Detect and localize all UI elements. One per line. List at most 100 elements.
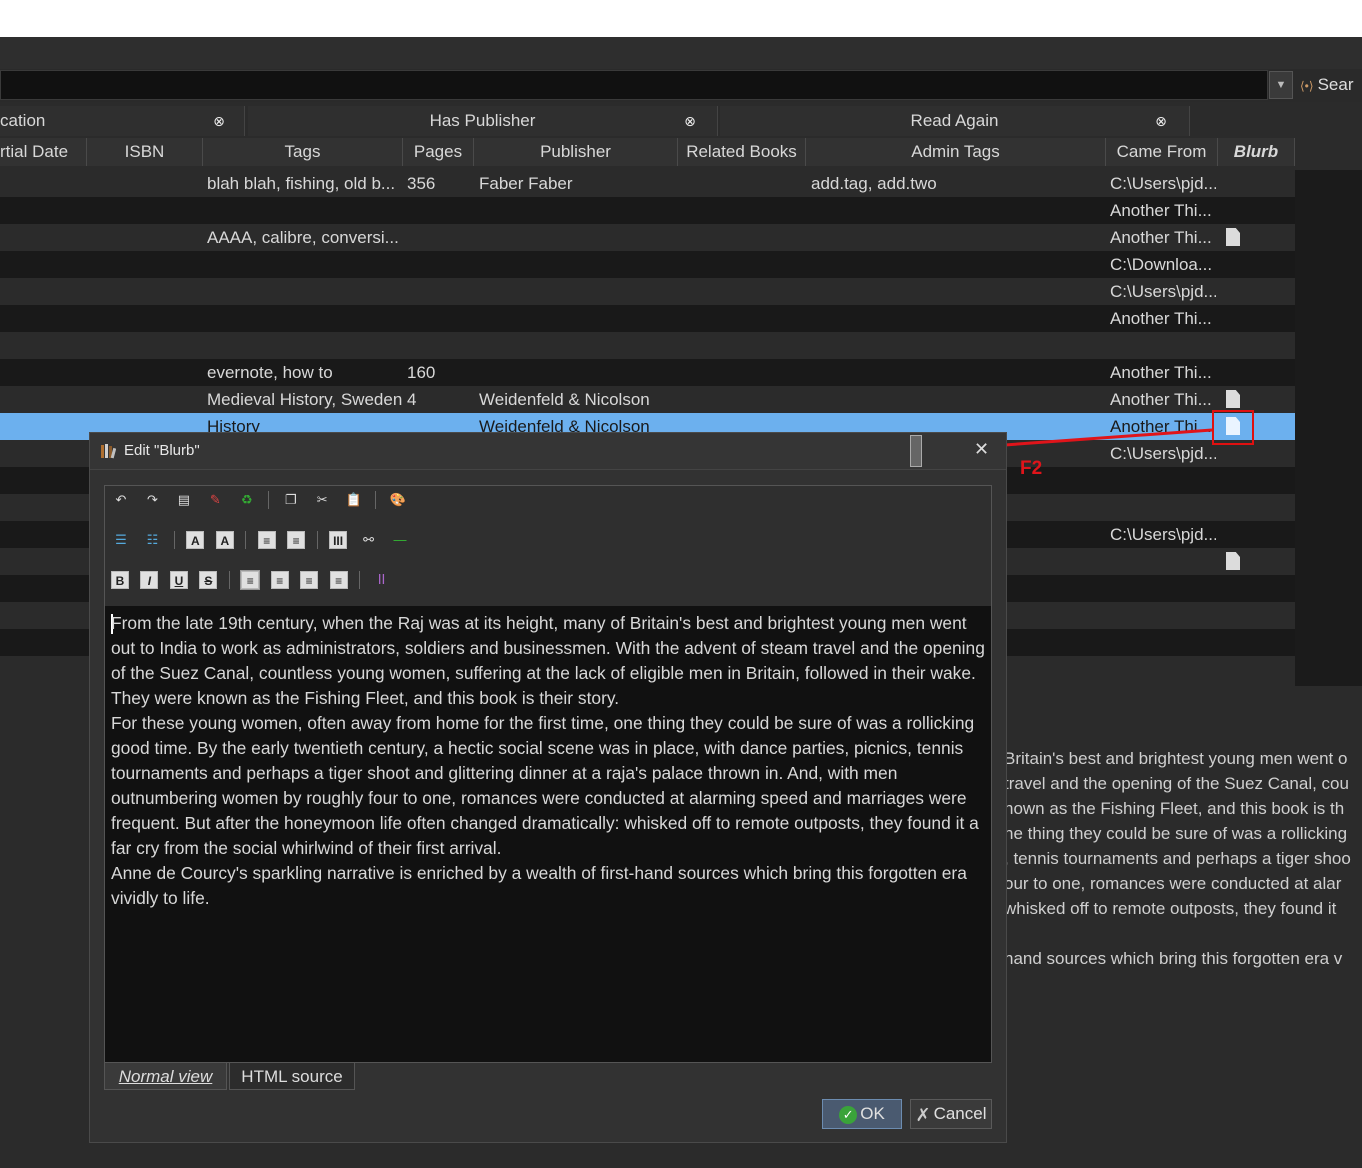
- cell-publisher: [479, 332, 675, 359]
- table-row[interactable]: blah blah, fishing, old b... 356 Faber Fab…: [0, 170, 1295, 197]
- col-header-partial-date[interactable]: rtial Date: [0, 138, 87, 166]
- cell-came-from: Another Thi...: [1110, 363, 1212, 382]
- cell-pages: [407, 251, 475, 278]
- table-row[interactable]: Another Thi...: [0, 197, 1295, 224]
- col-header-pages[interactable]: Pages: [403, 138, 474, 166]
- cell-pages: [407, 305, 475, 332]
- blurb-document-icon[interactable]: [1226, 390, 1240, 408]
- cell-admin-tags: [811, 251, 1101, 278]
- indent-icon[interactable]: ≡: [257, 531, 276, 549]
- redo-icon[interactable]: ↷: [142, 490, 162, 510]
- details-line: , tennis tournaments and perhaps a tiger…: [1004, 849, 1351, 868]
- col-header-came-from[interactable]: Came From: [1106, 138, 1218, 166]
- search-history-dropdown[interactable]: ▼: [1269, 71, 1293, 99]
- text-color-icon[interactable]: ⅠⅠ: [372, 570, 392, 590]
- cell-came-from: [1110, 602, 1216, 629]
- cell-publisher: [479, 251, 675, 278]
- underline-icon[interactable]: U: [169, 571, 188, 589]
- col-header-blurb[interactable]: Blurb: [1218, 138, 1295, 166]
- cancel-icon: ✗: [915, 1104, 931, 1125]
- table-row[interactable]: AAAA, calibre, conversi... Another Thi...: [0, 224, 1295, 251]
- superscript-icon[interactable]: A: [186, 531, 205, 549]
- vl-tab-has-publisher[interactable]: Has Publisher ⊗: [248, 106, 718, 136]
- align-center-icon[interactable]: ≡: [270, 571, 289, 589]
- horizontal-rule-icon[interactable]: —: [390, 530, 410, 550]
- clear-icon[interactable]: ♻: [237, 490, 257, 510]
- col-header-publisher[interactable]: Publisher: [474, 138, 678, 166]
- close-icon[interactable]: ⊗: [1152, 106, 1170, 136]
- cell-pages: [407, 197, 475, 224]
- vl-tab-read-again[interactable]: Read Again ⊗: [720, 106, 1190, 136]
- cell-publisher: [479, 278, 675, 305]
- blurb-document-icon[interactable]: [1226, 228, 1240, 246]
- resize-handle[interactable]: [910, 435, 922, 467]
- ok-button[interactable]: ✓ OK: [822, 1099, 902, 1129]
- annotation-label: F2: [1020, 458, 1043, 479]
- cell-admin-tags: [811, 278, 1101, 305]
- cell-came-from: C:\Users\pjd...: [1110, 282, 1216, 301]
- search-input[interactable]: [0, 70, 1268, 100]
- italic-icon[interactable]: I: [140, 571, 159, 589]
- cell-tags: [207, 278, 403, 305]
- cell-came-from: [1110, 629, 1216, 656]
- align-justify-icon[interactable]: ≡: [329, 571, 348, 589]
- cell-publisher: Faber Faber: [479, 174, 573, 193]
- blurb-text-area[interactable]: From the late 19th century, when the Raj…: [105, 606, 991, 1062]
- ordered-list-icon[interactable]: ☰: [111, 530, 131, 550]
- toolbar-area: [0, 37, 1362, 69]
- insert-link-icon[interactable]: ⚯: [359, 530, 379, 550]
- close-icon[interactable]: ⊗: [210, 106, 228, 136]
- cell-publisher: Weidenfeld & Nicolson: [479, 390, 650, 409]
- edit-blurb-dialog: Edit "Blurb" ✕ ↶ ↷ ▤ ✎ ♻ ❐ ✂ 📋 🎨 ☰ ☷ A A…: [89, 432, 1007, 1143]
- tab-normal-view[interactable]: Normal view: [104, 1063, 227, 1090]
- block-style-icon[interactable]: III: [329, 531, 348, 549]
- cell-came-from: Another Thi...: [1110, 309, 1212, 328]
- outdent-icon[interactable]: ≡: [287, 531, 306, 549]
- blurb-document-icon[interactable]: [1226, 552, 1240, 570]
- cancel-button[interactable]: ✗ Cancel: [910, 1099, 992, 1129]
- strikethrough-icon[interactable]: S: [199, 571, 218, 589]
- col-header-related-books[interactable]: Related Books: [678, 138, 806, 166]
- list-empty-area: [1295, 170, 1362, 686]
- dialog-titlebar[interactable]: Edit "Blurb" ✕: [90, 433, 1006, 470]
- tab-html-source[interactable]: HTML source: [229, 1063, 355, 1090]
- cell-admin-tags: [811, 359, 1101, 386]
- col-header-admin-tags[interactable]: Admin Tags: [806, 138, 1106, 166]
- search-button[interactable]: ⟨•⟩ Sear: [1300, 71, 1362, 99]
- vl-tab-location[interactable]: cation ⊗: [0, 106, 245, 136]
- bold-icon[interactable]: B: [111, 571, 129, 589]
- cell-came-from: [1110, 575, 1216, 602]
- unordered-list-icon[interactable]: ☷: [142, 530, 162, 550]
- align-right-icon[interactable]: ≡: [300, 571, 319, 589]
- virtual-library-tabs: cation ⊗ Has Publisher ⊗ Read Again ⊗: [0, 106, 1362, 137]
- cut-icon[interactable]: ✂: [312, 490, 332, 510]
- paste-icon[interactable]: 📋: [344, 490, 364, 510]
- cell-publisher: [479, 305, 675, 332]
- copy-icon[interactable]: ❐: [281, 490, 301, 510]
- select-all-icon[interactable]: ▤: [174, 490, 194, 510]
- table-row[interactable]: C:\Users\pjd...: [0, 278, 1295, 305]
- cell-admin-tags: [811, 386, 1101, 413]
- remove-formatting-icon[interactable]: ✎: [205, 490, 225, 510]
- details-line: our to one, romances were conducted at a…: [1004, 874, 1342, 893]
- cell-pages: 356: [407, 174, 436, 193]
- column-header-row: rtial Date ISBN Tags Pages Publisher Rel…: [0, 138, 1362, 167]
- close-icon[interactable]: ✕: [974, 439, 989, 460]
- dialog-title: Edit "Blurb": [124, 442, 200, 459]
- details-line: nown as the Fishing Fleet, and this book…: [1004, 799, 1345, 818]
- table-row[interactable]: evernote, how to 160 Another Thi...: [0, 359, 1295, 386]
- color-icon[interactable]: 🎨: [388, 490, 408, 510]
- table-row[interactable]: Medieval History, Sweden 4 Weidenfeld & Ni…: [0, 386, 1295, 413]
- undo-icon[interactable]: ↶: [111, 490, 131, 510]
- table-row[interactable]: C:\Downloa...: [0, 251, 1295, 278]
- close-icon[interactable]: ⊗: [681, 106, 699, 136]
- cell-tags: [207, 305, 403, 332]
- align-left-icon[interactable]: ≡: [240, 570, 261, 590]
- table-row[interactable]: [0, 332, 1295, 359]
- checkmark-icon: ✓: [839, 1105, 858, 1124]
- details-line: ne thing they could be sure of was a rol…: [1004, 824, 1348, 843]
- col-header-isbn[interactable]: ISBN: [87, 138, 203, 166]
- col-header-tags[interactable]: Tags: [203, 138, 403, 166]
- table-row[interactable]: Another Thi...: [0, 305, 1295, 332]
- subscript-icon[interactable]: A: [215, 531, 234, 549]
